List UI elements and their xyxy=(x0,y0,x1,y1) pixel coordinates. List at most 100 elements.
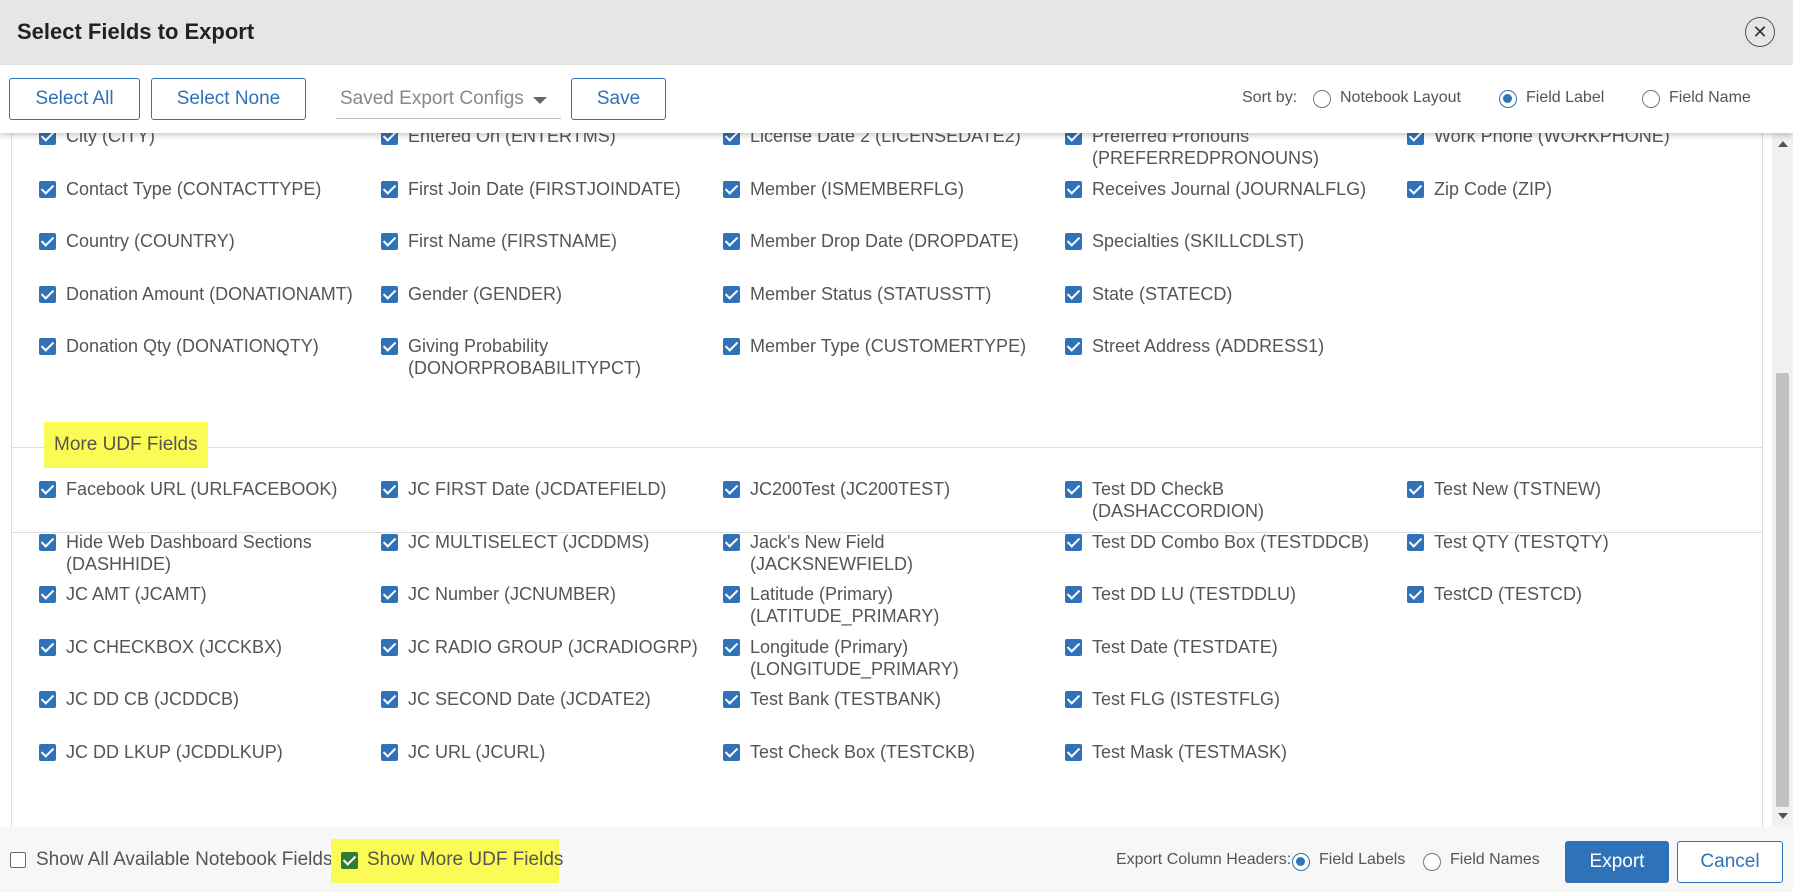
sort-option-label[interactable]: Field Label xyxy=(1526,89,1604,107)
field-checkbox-item[interactable]: Donation Amount (DONATIONAMT) xyxy=(39,283,356,305)
close-icon[interactable]: ✕ xyxy=(1745,17,1775,47)
field-checkbox-item[interactable]: Longitude (Primary) (LONGITUDE_PRIMARY) xyxy=(723,636,1040,680)
field-checkbox-item[interactable]: JC DD CB (JCDDCB) xyxy=(39,688,356,710)
scrollbar[interactable] xyxy=(1772,133,1793,827)
save-button[interactable]: Save xyxy=(571,78,666,120)
checkbox-checked-icon[interactable] xyxy=(723,481,740,498)
field-checkbox-item[interactable]: First Join Date (FIRSTJOINDATE) xyxy=(381,178,698,200)
field-checkbox-item[interactable]: JC SECOND Date (JCDATE2) xyxy=(381,688,698,710)
select-none-button[interactable]: Select None xyxy=(151,78,306,120)
sort-option-radio[interactable] xyxy=(1499,90,1517,108)
saved-export-configs-dropdown[interactable]: Saved Export Configs xyxy=(336,79,561,119)
checkbox-checked-icon[interactable] xyxy=(723,233,740,250)
field-checkbox-item[interactable]: TestCD (TESTCD) xyxy=(1407,583,1724,605)
field-checkbox-item[interactable]: Gender (GENDER) xyxy=(381,283,698,305)
field-checkbox-item[interactable]: License Date 2 (LICENSEDATE2) xyxy=(723,133,1040,147)
scrollbar-thumb[interactable] xyxy=(1776,373,1789,807)
checkbox-checked-icon[interactable] xyxy=(723,133,740,145)
checkbox-checked-icon[interactable] xyxy=(381,180,398,198)
field-checkbox-item[interactable]: Specialties (SKILLCDLST) xyxy=(1065,230,1382,252)
header-option-radio[interactable] xyxy=(1423,853,1441,871)
checkbox-checked-icon[interactable] xyxy=(1065,481,1082,498)
sort-option-label[interactable]: Notebook Layout xyxy=(1340,89,1461,107)
field-checkbox-item[interactable]: Member (ISMEMBERFLG) xyxy=(723,178,1040,200)
field-checkbox-item[interactable]: Test QTY (TESTQTY) xyxy=(1407,531,1724,553)
checkbox-checked-icon[interactable] xyxy=(39,338,56,355)
scroll-up-icon[interactable] xyxy=(1778,141,1788,147)
field-checkbox-item[interactable]: Test Bank (TESTBANK) xyxy=(723,688,1040,710)
show-udf-fields-checkbox[interactable] xyxy=(341,852,358,869)
field-checkbox-item[interactable]: JC URL (JCURL) xyxy=(381,741,698,763)
checkbox-checked-icon[interactable] xyxy=(381,133,398,145)
field-checkbox-item[interactable]: Test DD Combo Box (TESTDDCB) xyxy=(1065,531,1382,553)
sort-option-radio[interactable] xyxy=(1642,90,1660,108)
checkbox-checked-icon[interactable] xyxy=(381,533,398,551)
field-checkbox-item[interactable]: Preferred Pronouns (PREFERREDPRONOUNS) xyxy=(1065,133,1382,169)
checkbox-checked-icon[interactable] xyxy=(1065,180,1082,198)
checkbox-checked-icon[interactable] xyxy=(39,133,56,145)
field-checkbox-item[interactable]: Street Address (ADDRESS1) xyxy=(1065,335,1382,357)
field-checkbox-item[interactable]: Hide Web Dashboard Sections (DASHHIDE) xyxy=(39,531,356,575)
checkbox-checked-icon[interactable] xyxy=(381,481,398,498)
checkbox-checked-icon[interactable] xyxy=(39,638,56,656)
field-checkbox-item[interactable]: Test Mask (TESTMASK) xyxy=(1065,741,1382,763)
checkbox-checked-icon[interactable] xyxy=(381,691,398,708)
checkbox-checked-icon[interactable] xyxy=(39,533,56,551)
field-checkbox-item[interactable]: State (STATECD) xyxy=(1065,283,1382,305)
checkbox-checked-icon[interactable] xyxy=(39,481,56,498)
field-checkbox-item[interactable]: Test FLG (ISTESTFLG) xyxy=(1065,688,1382,710)
checkbox-checked-icon[interactable] xyxy=(1065,285,1082,303)
checkbox-checked-icon[interactable] xyxy=(381,743,398,761)
field-checkbox-item[interactable]: Member Type (CUSTOMERTYPE) xyxy=(723,335,1040,357)
field-checkbox-item[interactable]: JC Number (JCNUMBER) xyxy=(381,583,698,605)
checkbox-checked-icon[interactable] xyxy=(1407,180,1424,198)
checkbox-checked-icon[interactable] xyxy=(39,233,56,250)
header-option-label[interactable]: Field Names xyxy=(1450,851,1540,869)
checkbox-checked-icon[interactable] xyxy=(1065,691,1082,708)
checkbox-checked-icon[interactable] xyxy=(381,233,398,250)
checkbox-checked-icon[interactable] xyxy=(39,743,56,761)
checkbox-checked-icon[interactable] xyxy=(381,638,398,656)
checkbox-checked-icon[interactable] xyxy=(1065,586,1082,603)
field-checkbox-item[interactable]: Member Drop Date (DROPDATE) xyxy=(723,230,1040,252)
checkbox-checked-icon[interactable] xyxy=(1065,533,1082,551)
checkbox-checked-icon[interactable] xyxy=(39,586,56,603)
field-checkbox-item[interactable]: Test DD LU (TESTDDLU) xyxy=(1065,583,1382,605)
scroll-down-icon[interactable] xyxy=(1778,813,1788,819)
header-option-label[interactable]: Field Labels xyxy=(1319,851,1405,869)
checkbox-checked-icon[interactable] xyxy=(381,285,398,303)
field-checkbox-item[interactable]: Jack's New Field (JACKSNEWFIELD) xyxy=(723,531,1040,575)
checkbox-checked-icon[interactable] xyxy=(723,586,740,603)
select-all-button[interactable]: Select All xyxy=(9,78,140,120)
field-checkbox-item[interactable]: JC MULTISELECT (JCDDMS) xyxy=(381,531,698,553)
field-checkbox-item[interactable]: JC CHECKBOX (JCCKBX) xyxy=(39,636,356,658)
checkbox-checked-icon[interactable] xyxy=(723,533,740,551)
field-checkbox-item[interactable]: Zip Code (ZIP) xyxy=(1407,178,1724,200)
checkbox-checked-icon[interactable] xyxy=(1065,133,1082,145)
field-checkbox-item[interactable]: Test Check Box (TESTCKB) xyxy=(723,741,1040,763)
cancel-button[interactable]: Cancel xyxy=(1677,841,1783,883)
field-checkbox-item[interactable]: City (CITY) xyxy=(39,133,356,147)
checkbox-checked-icon[interactable] xyxy=(39,691,56,708)
header-option-radio[interactable] xyxy=(1292,853,1310,871)
checkbox-checked-icon[interactable] xyxy=(723,743,740,761)
field-checkbox-item[interactable]: JC200Test (JC200TEST) xyxy=(723,478,1040,500)
checkbox-checked-icon[interactable] xyxy=(723,180,740,198)
field-checkbox-item[interactable]: JC AMT (JCAMT) xyxy=(39,583,356,605)
field-checkbox-item[interactable]: Giving Probability (DONORPROBABILITYPCT) xyxy=(381,335,698,379)
checkbox-checked-icon[interactable] xyxy=(1065,338,1082,355)
checkbox-checked-icon[interactable] xyxy=(723,691,740,708)
checkbox-checked-icon[interactable] xyxy=(723,638,740,656)
show-all-fields-label[interactable]: Show All Available Notebook Fields xyxy=(36,849,332,871)
checkbox-checked-icon[interactable] xyxy=(1065,743,1082,761)
field-checkbox-item[interactable]: Test New (TSTNEW) xyxy=(1407,478,1724,500)
checkbox-checked-icon[interactable] xyxy=(39,285,56,303)
field-checkbox-item[interactable]: Donation Qty (DONATIONQTY) xyxy=(39,335,356,357)
field-checkbox-item[interactable]: Work Phone (WORKPHONE) xyxy=(1407,133,1724,147)
checkbox-checked-icon[interactable] xyxy=(381,586,398,603)
field-checkbox-item[interactable]: Contact Type (CONTACTTYPE) xyxy=(39,178,356,200)
checkbox-checked-icon[interactable] xyxy=(1065,638,1082,656)
checkbox-checked-icon[interactable] xyxy=(1407,586,1424,603)
export-button[interactable]: Export xyxy=(1565,841,1669,883)
field-checkbox-item[interactable]: Country (COUNTRY) xyxy=(39,230,356,252)
